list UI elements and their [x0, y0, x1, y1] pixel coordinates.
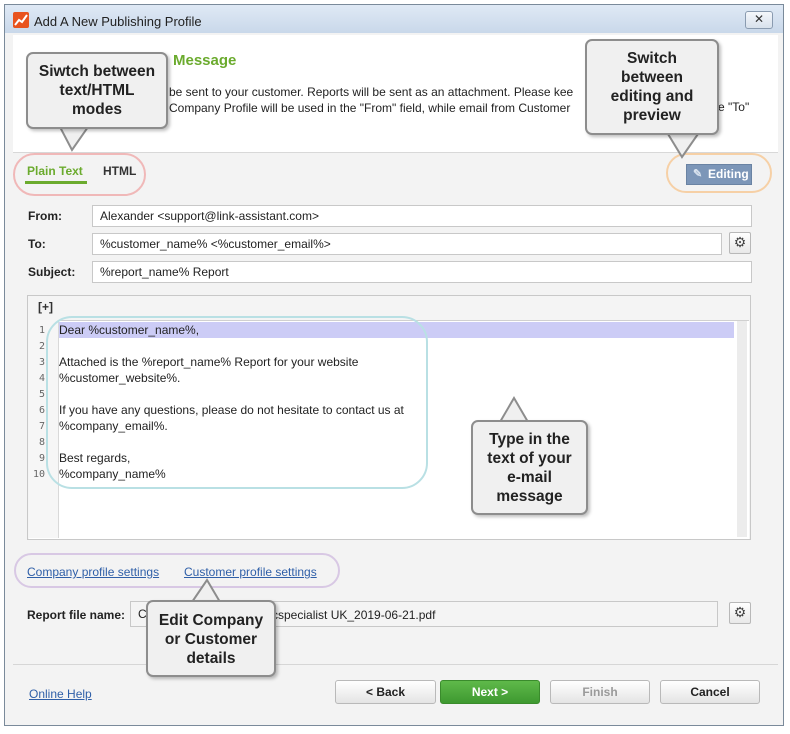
- callout-line: between: [620, 69, 683, 86]
- type-message-callout: Type in the text of your e-mail message: [471, 420, 588, 515]
- modes-callout: Siwtch between text/HTML modes: [26, 52, 168, 129]
- callout-line: text of your: [487, 450, 572, 467]
- edit-details-callout: Edit Company or Customer details: [146, 600, 276, 677]
- callout-line: editing and: [610, 88, 694, 105]
- editing-callout-pointer: [666, 133, 700, 159]
- callout-line: e-mail: [507, 469, 552, 486]
- callout-line: Switch: [627, 50, 677, 67]
- callout-line: modes: [72, 101, 122, 118]
- callout-line: Type in the: [489, 431, 570, 448]
- callout-line: Edit Company: [158, 612, 264, 629]
- details-callout-pointer: [190, 578, 222, 603]
- callout-line: message: [496, 488, 563, 505]
- callout-line: details: [186, 650, 236, 667]
- callout-line: text/HTML: [59, 82, 135, 99]
- modes-callout-pointer: [58, 126, 90, 152]
- type-callout-pointer: [498, 396, 530, 423]
- callout-line: or Customer: [164, 631, 258, 648]
- callout-line: preview: [623, 107, 681, 124]
- callout-line: Siwtch between: [38, 63, 156, 80]
- editing-callout: Switch between editing and preview: [585, 39, 719, 135]
